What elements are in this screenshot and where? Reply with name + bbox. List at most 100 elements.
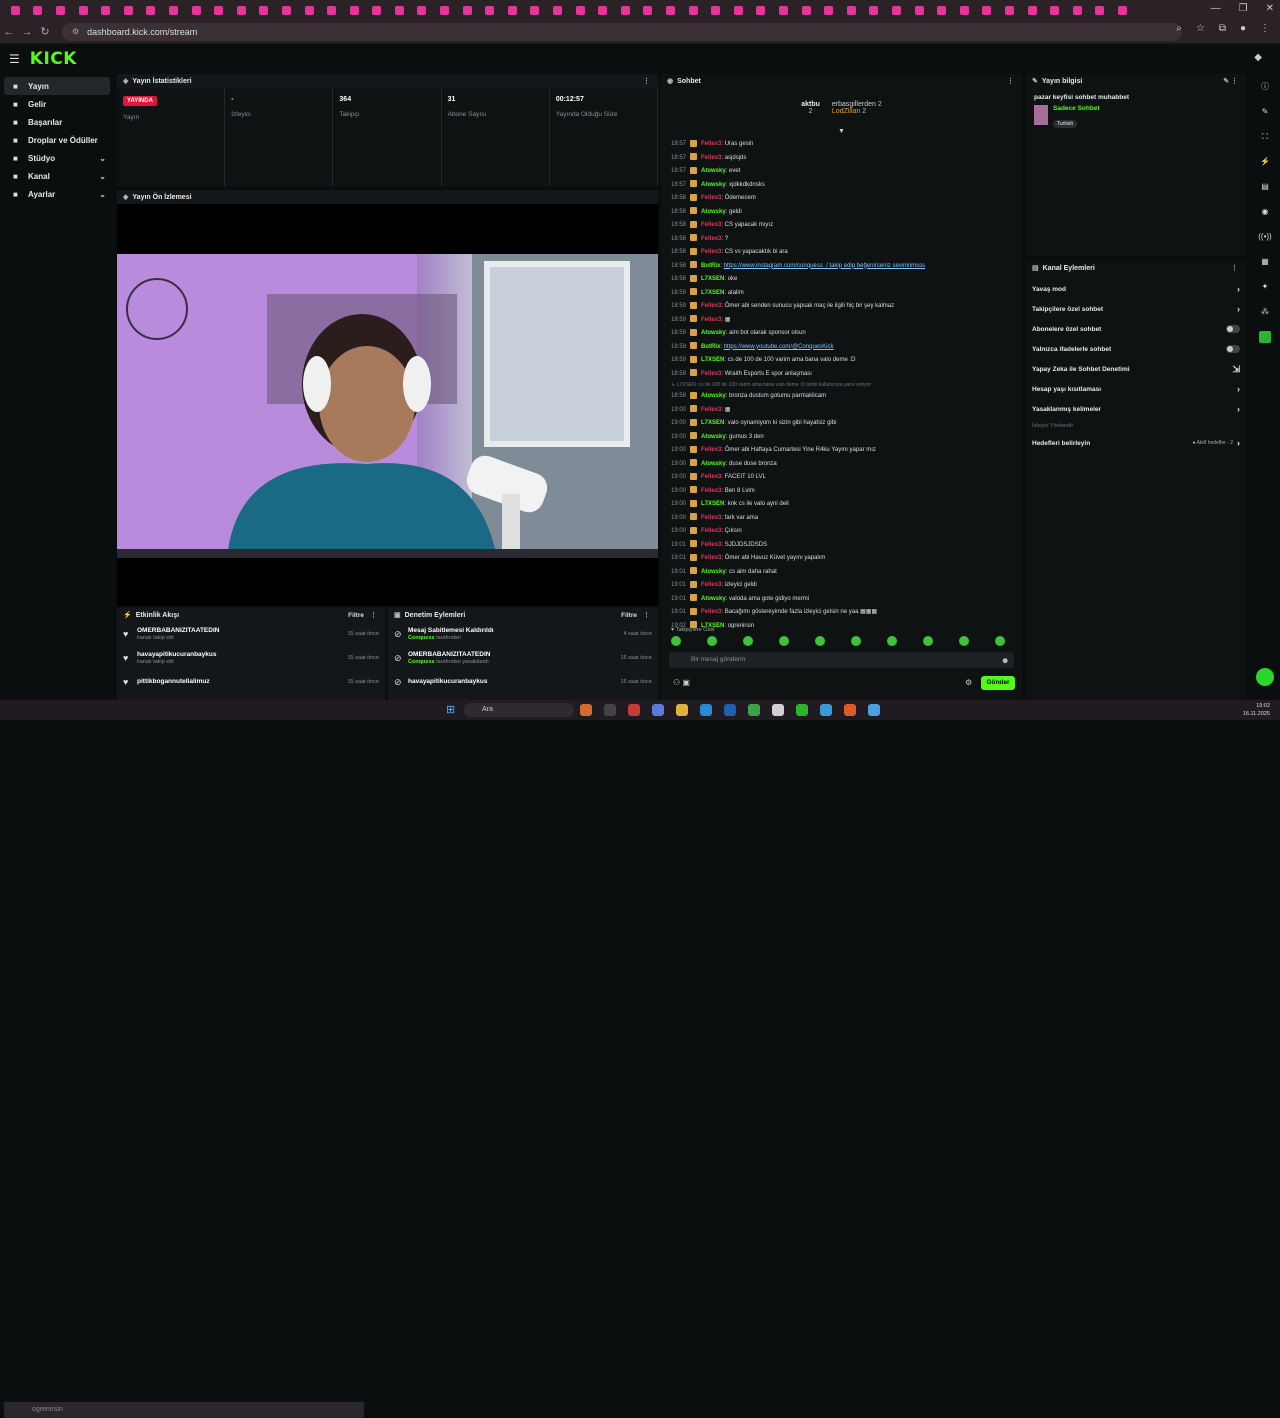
chat-message[interactable]: 18:58 Fellex3: ? xyxy=(661,233,1022,247)
chat-message[interactable]: 19:00 Fellex3: fark var ama xyxy=(661,512,1022,526)
browser-tab[interactable] xyxy=(727,0,750,20)
chat-message[interactable]: 19:00 L7XSEN: knk cs ile valo ayni deil xyxy=(661,498,1022,512)
toggle-switch[interactable] xyxy=(1226,325,1240,333)
browser-tab[interactable] xyxy=(750,0,773,20)
bolt-rail-icon[interactable]: ⚡ xyxy=(1250,149,1280,174)
browser-tab[interactable] xyxy=(885,0,908,20)
chat-message[interactable]: 18:59 BotRix: https://www.youtube.com/@Co… xyxy=(661,341,1022,355)
browser-tab[interactable] xyxy=(162,0,185,20)
list-rail-icon[interactable]: ▦ xyxy=(1250,249,1280,274)
browser-tab[interactable] xyxy=(72,0,95,20)
event-row[interactable]: ⊘ OMERBABANIZITAATEDIN Conquess tarafından… xyxy=(388,646,658,670)
emote-icon[interactable] xyxy=(887,636,897,646)
message-username[interactable]: BotRix xyxy=(701,344,720,350)
message-username[interactable]: Atowsky xyxy=(701,461,726,467)
chat-message[interactable]: 18:59 Fellex3: Ömer abi senden sunucu yap… xyxy=(661,300,1022,314)
channel-action-row[interactable]: Hesap yaşı kısıtlaması › xyxy=(1026,379,1246,399)
sidebar-item[interactable]: ■ Başarılar xyxy=(4,113,110,131)
chat-message[interactable]: 18:59 L7XSEN: cs de 100 de 100 varim ama … xyxy=(661,354,1022,368)
chat-message[interactable]: 19:02 L7XSEN: ogrenirsin xyxy=(661,620,1022,628)
browser-tab[interactable] xyxy=(930,0,953,20)
notification-icon[interactable]: ◆ xyxy=(1254,52,1262,63)
moderation-filter-button[interactable]: Filtre xyxy=(621,612,637,619)
app-icon-9[interactable] xyxy=(772,704,784,716)
menu-dots-icon[interactable]: ⋮ xyxy=(1260,23,1270,34)
message-text[interactable]: https://www.youtube.com/@ConquesKick xyxy=(724,344,834,350)
channel-action-row[interactable]: Takipçilere özel sohbet › xyxy=(1026,299,1246,319)
message-username[interactable]: Fellex3 xyxy=(701,542,721,548)
stats-menu-icon[interactable]: ⋮ xyxy=(643,77,650,85)
kick-logo[interactable]: KICK xyxy=(30,49,77,69)
chat-message[interactable]: 18:57 Atowsky: evet xyxy=(661,165,1022,179)
chat-message[interactable]: 18:57 Atowsky: xjdkkdkdnsks xyxy=(661,179,1022,193)
app-icon-11[interactable] xyxy=(820,704,832,716)
emote-icon[interactable] xyxy=(995,636,1005,646)
info-rail-icon[interactable]: ⓘ xyxy=(1250,74,1280,99)
event-row[interactable]: ♥ OMERBABANIZITAATEDIN kanalı takip etti 15… xyxy=(117,622,385,646)
browser-tab[interactable] xyxy=(117,0,140,20)
moderation-menu-icon[interactable]: ⋮ xyxy=(643,611,650,619)
help-fab-icon[interactable] xyxy=(1250,664,1280,689)
browser-tab[interactable] xyxy=(953,0,976,20)
chat-message[interactable]: 18:57 Fellex3: Uras gesin xyxy=(661,138,1022,152)
reload-icon[interactable]: ↻ xyxy=(36,25,54,38)
app-icon-3[interactable] xyxy=(628,704,640,716)
chat-message[interactable]: 18:58 Fellex3: CS yapacak mıyız xyxy=(661,219,1022,233)
chat-tools-icon[interactable]: ⚇ ▣ xyxy=(673,678,690,687)
browser-tab[interactable] xyxy=(795,0,818,20)
emote-icon[interactable] xyxy=(959,636,969,646)
edit-rail-icon[interactable]: ✎ xyxy=(1250,99,1280,124)
chat-message[interactable]: 19:00 L7XSEN: valo oynamiyom ki sizin gib… xyxy=(661,417,1022,431)
message-username[interactable]: Fellex3 xyxy=(701,609,721,615)
browser-tab[interactable] xyxy=(1043,0,1066,20)
message-username[interactable]: L7XSEN xyxy=(701,290,724,296)
stream-video[interactable] xyxy=(117,254,658,558)
browser-tab[interactable] xyxy=(185,0,208,20)
message-username[interactable]: Fellex3 xyxy=(701,303,721,309)
message-username[interactable]: Fellex3 xyxy=(701,236,721,242)
message-username[interactable]: Fellex3 xyxy=(701,317,721,323)
channel-action-row[interactable]: Abonelere özel sohbet xyxy=(1026,319,1246,339)
browser-tab[interactable] xyxy=(275,0,298,20)
message-username[interactable]: Fellex3 xyxy=(701,407,721,413)
emote-icon[interactable] xyxy=(671,636,681,646)
message-username[interactable]: Atowsky xyxy=(701,209,726,215)
sidebar-item[interactable]: ■ Kanal ⌄ xyxy=(4,167,110,185)
browser-tab[interactable] xyxy=(976,0,999,20)
taskbar-clock[interactable]: 19:02 16.11.2025 xyxy=(1243,702,1270,718)
chat-message[interactable]: 19:00 Fellex3: Ömer abi Haftaya Cumartesi… xyxy=(661,444,1022,458)
message-username[interactable]: Atowsky xyxy=(701,182,726,188)
message-username[interactable]: Fellex3 xyxy=(701,155,721,161)
message-username[interactable]: Fellex3 xyxy=(701,528,721,534)
sidebar-item[interactable]: ■ Gelir xyxy=(4,95,110,113)
app-icon-1[interactable] xyxy=(580,704,592,716)
browser-tab[interactable] xyxy=(1021,0,1044,20)
message-username[interactable]: L7XSEN xyxy=(701,501,724,507)
browser-tab[interactable] xyxy=(366,0,389,20)
message-username[interactable]: Fellex3 xyxy=(701,582,721,588)
browser-tab[interactable] xyxy=(94,0,117,20)
browser-tab[interactable] xyxy=(320,0,343,20)
sidebar-item[interactable]: ■ Yayın xyxy=(4,77,110,95)
emoji-icon[interactable]: ☻ xyxy=(1001,656,1009,665)
chat-settings-icon[interactable]: ⚙ xyxy=(965,678,972,687)
browser-tab[interactable] xyxy=(614,0,637,20)
forward-icon[interactable]: → xyxy=(18,26,36,38)
browser-tab[interactable] xyxy=(343,0,366,20)
browser-tab[interactable] xyxy=(637,0,660,20)
browser-tab[interactable] xyxy=(1089,0,1112,20)
browser-tab[interactable] xyxy=(772,0,795,20)
profile-icon[interactable]: ● xyxy=(1240,23,1246,34)
message-username[interactable]: BotRix xyxy=(701,263,720,269)
chat-input[interactable]: Bir mesaj gönderin xyxy=(669,652,1014,668)
message-username[interactable]: Atowsky xyxy=(701,330,726,336)
hamburger-menu-icon[interactable]: ☰ xyxy=(9,52,20,66)
message-username[interactable]: Fellex3 xyxy=(701,141,721,147)
browser-tab[interactable] xyxy=(1111,0,1134,20)
browser-tab[interactable] xyxy=(478,0,501,20)
channel-action-row[interactable]: Yasaklanmış kelimeler › xyxy=(1026,399,1246,419)
message-username[interactable]: Fellex3 xyxy=(701,474,721,480)
browser-tab[interactable] xyxy=(388,0,411,20)
send-button[interactable]: Gönder xyxy=(981,676,1015,690)
message-text[interactable]: https://www.instagram.com/conquess_/ tak… xyxy=(724,263,925,269)
